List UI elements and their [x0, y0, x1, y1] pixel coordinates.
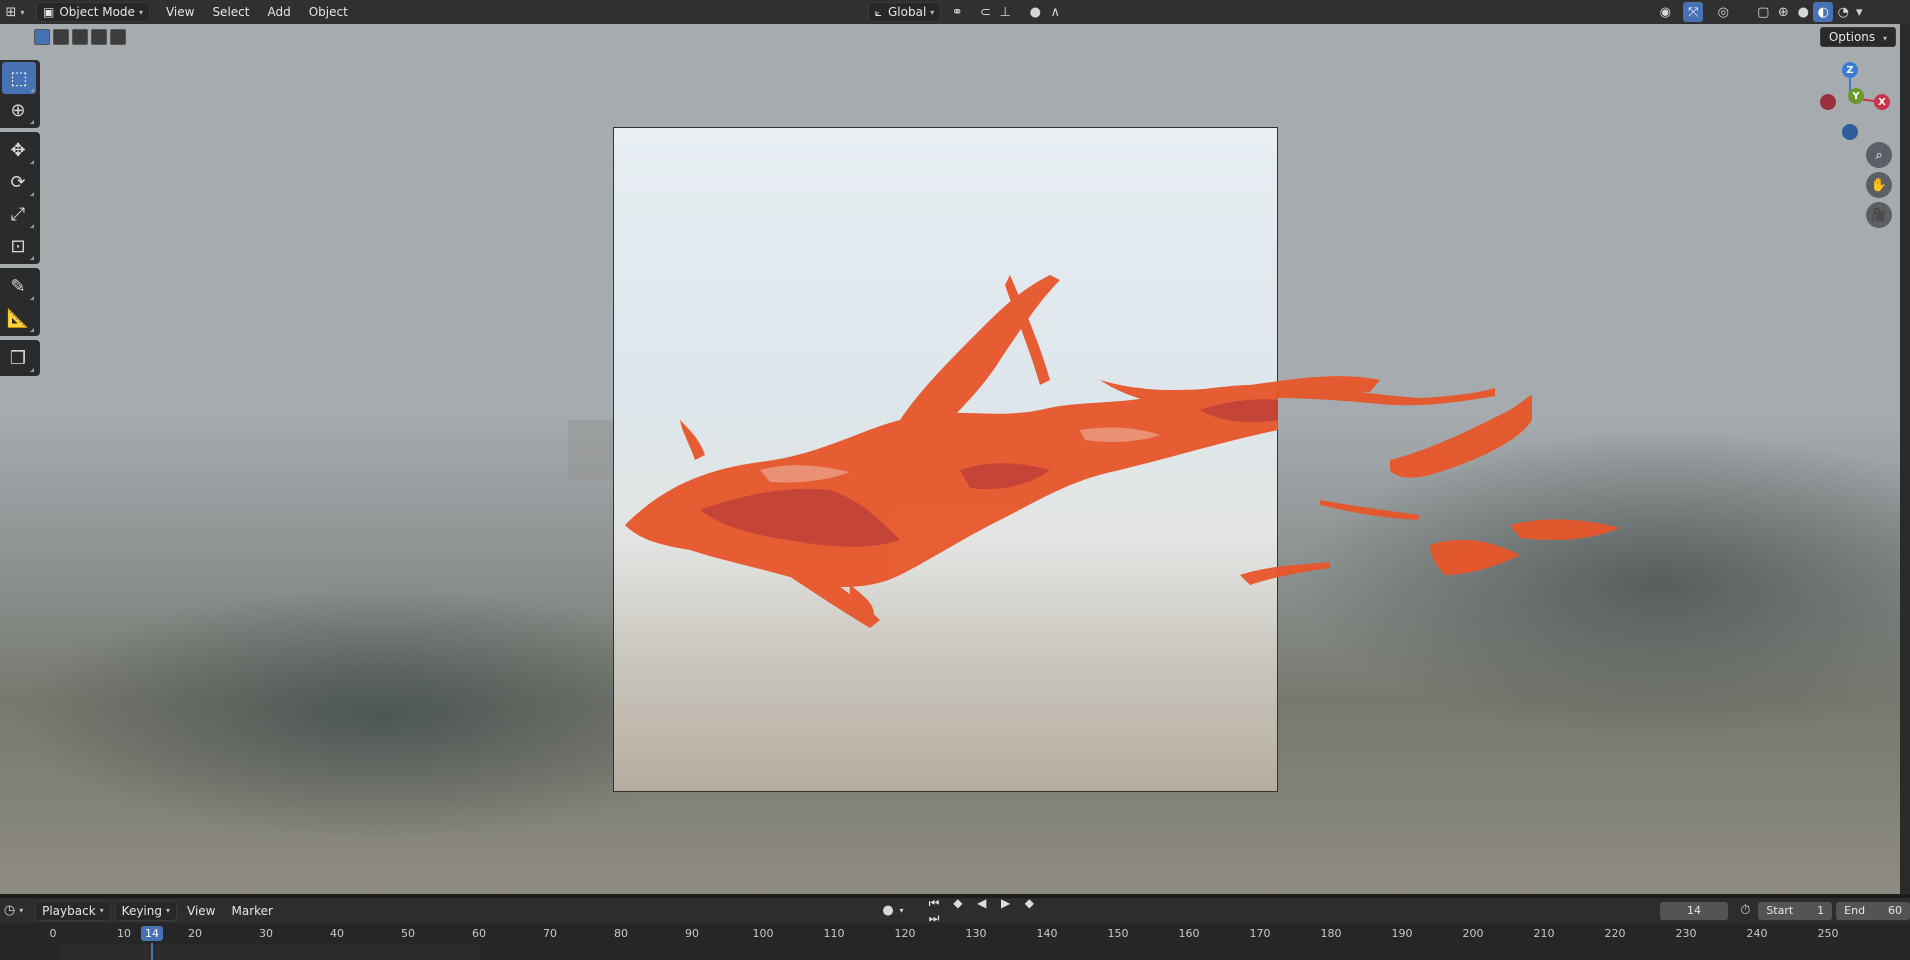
- chevron-down-icon: ▾: [165, 906, 170, 915]
- frame-range: [60, 945, 480, 960]
- axis-x[interactable]: X: [1874, 94, 1890, 110]
- zoom-icon[interactable]: ⌕: [1866, 142, 1892, 168]
- tick-label: 30: [259, 927, 273, 940]
- playhead[interactable]: [151, 943, 153, 960]
- end-label: End: [1844, 904, 1866, 917]
- timeline-ruler[interactable]: 0 10 20 30 40 50 60 70 80 90 100 110 120…: [0, 923, 1910, 960]
- playback-controls: ⏮ ◆ ◀ ▶ ◆ ⏭: [924, 896, 1050, 926]
- playhead-frame-badge[interactable]: 14: [141, 926, 163, 941]
- axis-neg-z[interactable]: [1842, 124, 1858, 140]
- tick-label: 60: [472, 927, 486, 940]
- end-value: 60: [1888, 904, 1903, 917]
- tick-label: 40: [330, 927, 344, 940]
- tick-label: 150: [1107, 927, 1129, 940]
- tick-label: 130: [965, 927, 987, 940]
- axis-neg-x[interactable]: [1820, 94, 1836, 110]
- timeline-editor-icon[interactable]: ◷ ▾: [0, 901, 27, 921]
- playback-label: Playback: [42, 903, 96, 918]
- tick-label: 120: [894, 927, 916, 940]
- current-frame-field[interactable]: 14: [1659, 901, 1729, 920]
- play-reverse-icon[interactable]: ◀: [972, 896, 992, 910]
- tick-label: 240: [1746, 927, 1768, 940]
- prev-keyframe-icon[interactable]: ◆: [948, 896, 968, 910]
- timeline-header: ◷ ▾ Playback ▾ Keying ▾ View Marker ● ▾ ⏮ ◆…: [0, 896, 1910, 926]
- menu-playback[interactable]: Playback ▾: [35, 900, 111, 921]
- tick-label: 250: [1817, 927, 1839, 940]
- tick-label: 50: [401, 927, 415, 940]
- fluid-splash: [625, 275, 1620, 628]
- tick-label: 230: [1675, 927, 1697, 940]
- end-frame-field[interactable]: End 60: [1836, 901, 1910, 920]
- tick-label: 190: [1391, 927, 1413, 940]
- record-options-icon[interactable]: ▾: [897, 901, 906, 921]
- menu-marker[interactable]: Marker: [225, 901, 278, 921]
- preview-range-icon[interactable]: ⏱: [1736, 901, 1754, 921]
- tick-label: 90: [685, 927, 699, 940]
- record-icon[interactable]: ●: [879, 901, 897, 921]
- tick-label: 200: [1462, 927, 1484, 940]
- tick-label: 210: [1533, 927, 1555, 940]
- menu-keying[interactable]: Keying ▾: [114, 900, 177, 921]
- tick-label: 110: [823, 927, 845, 940]
- tick-label: 0: [49, 927, 57, 940]
- jump-start-icon[interactable]: ⏮: [924, 896, 944, 911]
- axis-z[interactable]: Z: [1842, 62, 1858, 78]
- next-keyframe-icon[interactable]: ◆: [1019, 896, 1039, 910]
- axis-y[interactable]: Y: [1848, 88, 1864, 104]
- tick-label: 20: [188, 927, 202, 940]
- start-frame-field[interactable]: Start 1: [1758, 901, 1833, 920]
- tick-label: 180: [1320, 927, 1342, 940]
- navigation-gizmo[interactable]: Z X Y: [1810, 56, 1890, 146]
- play-icon[interactable]: ▶: [996, 896, 1016, 910]
- tick-label: 140: [1036, 927, 1058, 940]
- tick-label: 220: [1604, 927, 1626, 940]
- tick-label: 170: [1249, 927, 1271, 940]
- camera-view-icon[interactable]: 🎥: [1866, 202, 1892, 228]
- pan-hand-icon[interactable]: ✋: [1866, 172, 1892, 198]
- menu-timeline-view[interactable]: View: [181, 901, 221, 921]
- chevron-down-icon: ▾: [99, 906, 104, 915]
- start-value: 1: [1817, 904, 1825, 917]
- start-label: Start: [1766, 904, 1794, 917]
- tick-label: 160: [1178, 927, 1200, 940]
- tick-label: 100: [752, 927, 774, 940]
- current-frame-value: 14: [1687, 904, 1702, 917]
- tick-label: 80: [614, 927, 628, 940]
- tick-label: 10: [117, 927, 131, 940]
- keying-label: Keying: [121, 903, 162, 918]
- tick-label: 70: [543, 927, 557, 940]
